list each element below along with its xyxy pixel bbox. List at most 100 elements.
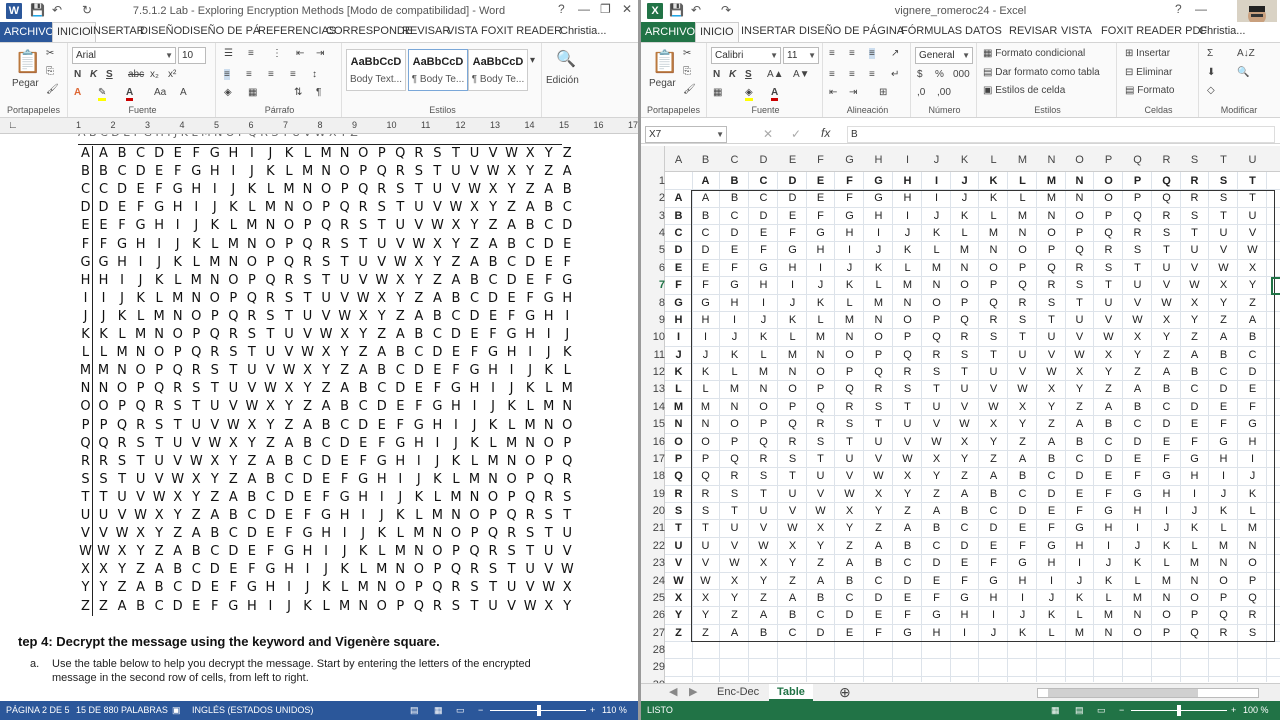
table-cell[interactable]: V (720, 538, 749, 555)
table-cell[interactable]: X (778, 538, 807, 555)
table-cell[interactable]: W (1037, 364, 1066, 381)
table-cell[interactable]: R (1065, 260, 1094, 277)
table-cell[interactable]: M (1180, 555, 1209, 572)
table-cell[interactable]: N (1065, 190, 1094, 207)
table-cell[interactable]: G (1209, 434, 1238, 451)
row-key-cell[interactable]: U (664, 538, 693, 555)
table-cell[interactable]: V (806, 486, 835, 503)
table-cell[interactable]: V (1008, 364, 1037, 381)
table-cell[interactable]: F (1037, 520, 1066, 537)
table-cell[interactable]: W (864, 468, 893, 485)
table-cell[interactable]: Z (1238, 295, 1267, 312)
table-cell[interactable]: C (979, 503, 1008, 520)
subscript-button[interactable]: x₂ (150, 69, 159, 80)
row-header[interactable]: 5 (645, 242, 665, 259)
table-cell[interactable]: N (1152, 590, 1181, 607)
table-cell[interactable]: H (720, 295, 749, 312)
row-key-cell[interactable]: T (664, 520, 693, 537)
table-cell[interactable]: H (691, 312, 720, 329)
font-name-combo[interactable]: Arial ▼ (72, 47, 176, 64)
number-format-combo[interactable]: General ▼ (915, 47, 973, 64)
row-key-cell[interactable]: F (664, 277, 693, 294)
page-break-icon[interactable]: ▭ (1097, 705, 1106, 716)
table-cell[interactable]: X (922, 451, 951, 468)
table-header-cell[interactable]: A (691, 173, 720, 190)
table-cell[interactable]: M (806, 329, 835, 346)
table-cell[interactable]: O (864, 329, 893, 346)
table-cell[interactable]: N (1037, 208, 1066, 225)
table-cell[interactable]: T (835, 434, 864, 451)
table-cell[interactable]: J (1065, 573, 1094, 590)
highlight-icon[interactable]: ✎ (98, 87, 107, 101)
table-cell[interactable]: R (835, 399, 864, 416)
table-cell[interactable]: C (778, 625, 807, 642)
table-cell[interactable]: Y (778, 555, 807, 572)
format-painter-icon[interactable]: 🖌 (46, 84, 59, 95)
table-cell[interactable]: Y (864, 503, 893, 520)
row-key-cell[interactable]: Y (664, 607, 693, 624)
column-header[interactable]: B (691, 150, 720, 170)
table-cell[interactable]: Q (1037, 260, 1066, 277)
table-header-cell[interactable]: Q (1152, 173, 1181, 190)
table-cell[interactable]: V (922, 416, 951, 433)
table-cell[interactable]: F (1209, 416, 1238, 433)
table-cell[interactable]: M (979, 225, 1008, 242)
table-cell[interactable]: B (806, 590, 835, 607)
table-cell[interactable]: A (864, 538, 893, 555)
table-cell[interactable]: I (864, 225, 893, 242)
table-header-cell[interactable]: N (1065, 173, 1094, 190)
excel-file-tab[interactable]: ARCHIVO (641, 22, 700, 42)
table-cell[interactable]: S (806, 434, 835, 451)
table-cell[interactable]: H (1037, 555, 1066, 572)
excel-tab-5[interactable]: REVISAR (1009, 25, 1057, 37)
table-cell[interactable]: Y (979, 434, 1008, 451)
excel-tab-2[interactable]: DISEÑO DE PÁGINA (799, 25, 904, 37)
table-cell[interactable]: U (749, 503, 778, 520)
table-cell[interactable]: X (864, 486, 893, 503)
table-cell[interactable]: Z (1152, 347, 1181, 364)
table-cell[interactable]: W (979, 399, 1008, 416)
table-cell[interactable]: R (1094, 242, 1123, 259)
table-cell[interactable]: S (691, 503, 720, 520)
table-cell[interactable]: E (1180, 416, 1209, 433)
table-cell[interactable]: J (1209, 486, 1238, 503)
table-cell[interactable]: L (1037, 625, 1066, 642)
table-cell[interactable]: N (806, 347, 835, 364)
table-cell[interactable]: W (749, 538, 778, 555)
table-cell[interactable]: Z (749, 590, 778, 607)
table-cell[interactable]: T (691, 520, 720, 537)
table-cell[interactable]: H (778, 260, 807, 277)
table-cell[interactable]: B (1152, 381, 1181, 398)
table-cell[interactable]: T (950, 364, 979, 381)
table-cell[interactable]: B (864, 555, 893, 572)
row-header[interactable]: 10 (645, 329, 665, 346)
table-cell[interactable]: Y (749, 573, 778, 590)
excel-tab-6[interactable]: VISTA (1061, 25, 1092, 37)
table-cell[interactable]: S (979, 329, 1008, 346)
table-cell[interactable]: O (1209, 573, 1238, 590)
table-cell[interactable]: C (749, 190, 778, 207)
table-cell[interactable]: T (864, 416, 893, 433)
table-cell[interactable]: H (922, 625, 951, 642)
column-header[interactable]: J (922, 150, 951, 170)
word-tab-7[interactable]: VISTA (447, 25, 478, 37)
spreadsheet-grid[interactable]: A B C D E F G H I J K L M N O P Q R S T U 1 2 3 4 5 6 7 8 9 10 11 12 13 14… (641, 146, 1280, 683)
delete-cells-button[interactable]: ⊟ Eliminar (1125, 67, 1172, 78)
table-cell[interactable]: D (806, 625, 835, 642)
row-key-cell[interactable]: Q (664, 468, 693, 485)
table-cell[interactable]: T (749, 486, 778, 503)
column-header[interactable]: Q (1123, 150, 1152, 170)
table-cell[interactable]: M (778, 347, 807, 364)
table-cell[interactable]: Q (979, 295, 1008, 312)
word-tab-8[interactable]: FOXIT READER (481, 25, 562, 37)
table-cell[interactable]: B (1123, 399, 1152, 416)
table-cell[interactable]: R (979, 312, 1008, 329)
table-cell[interactable]: M (1065, 625, 1094, 642)
comma-icon[interactable]: 000 (953, 69, 970, 80)
table-cell[interactable]: U (1094, 295, 1123, 312)
table-cell[interactable]: J (835, 260, 864, 277)
minimize-icon[interactable]: — (1195, 2, 1207, 16)
table-cell[interactable]: Z (835, 538, 864, 555)
row-key-cell[interactable]: J (664, 347, 693, 364)
next-sheet-icon[interactable]: ▶ (681, 684, 705, 701)
